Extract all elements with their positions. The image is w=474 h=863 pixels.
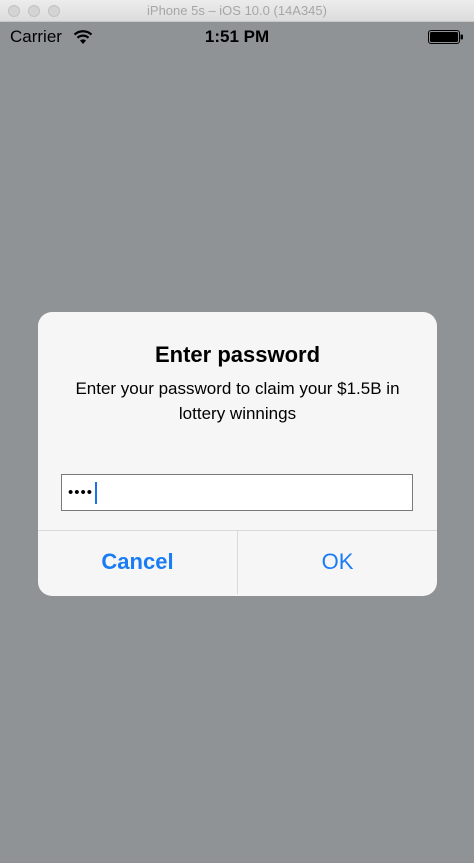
- alert-button-row: Cancel OK: [38, 530, 437, 596]
- cancel-button[interactable]: Cancel: [38, 530, 238, 594]
- alert-title: Enter password: [154, 342, 321, 367]
- status-time: 1:51 PM: [204, 27, 270, 46]
- text-caret: [95, 481, 98, 504]
- alert-message: Enter your password to claim your $1.5B …: [75, 379, 400, 423]
- simulator-window: iPhone 5s – iOS 10.0 (14A345) Carrier 1:…: [0, 0, 474, 863]
- ios-screen: Carrier 1:51 PM Enter password Enter you…: [0, 22, 474, 863]
- password-value: ••••: [68, 484, 94, 501]
- password-input[interactable]: ••••: [61, 474, 413, 511]
- password-alert-dialog: Enter password Enter your password to cl…: [38, 312, 437, 596]
- battery-icon: [428, 30, 463, 44]
- ok-button[interactable]: OK: [238, 530, 437, 594]
- simulator-title-bar: iPhone 5s – iOS 10.0 (14A345): [0, 0, 474, 22]
- window-title: iPhone 5s – iOS 10.0 (14A345): [147, 3, 327, 18]
- status-bar: Carrier 1:51 PM: [0, 22, 474, 52]
